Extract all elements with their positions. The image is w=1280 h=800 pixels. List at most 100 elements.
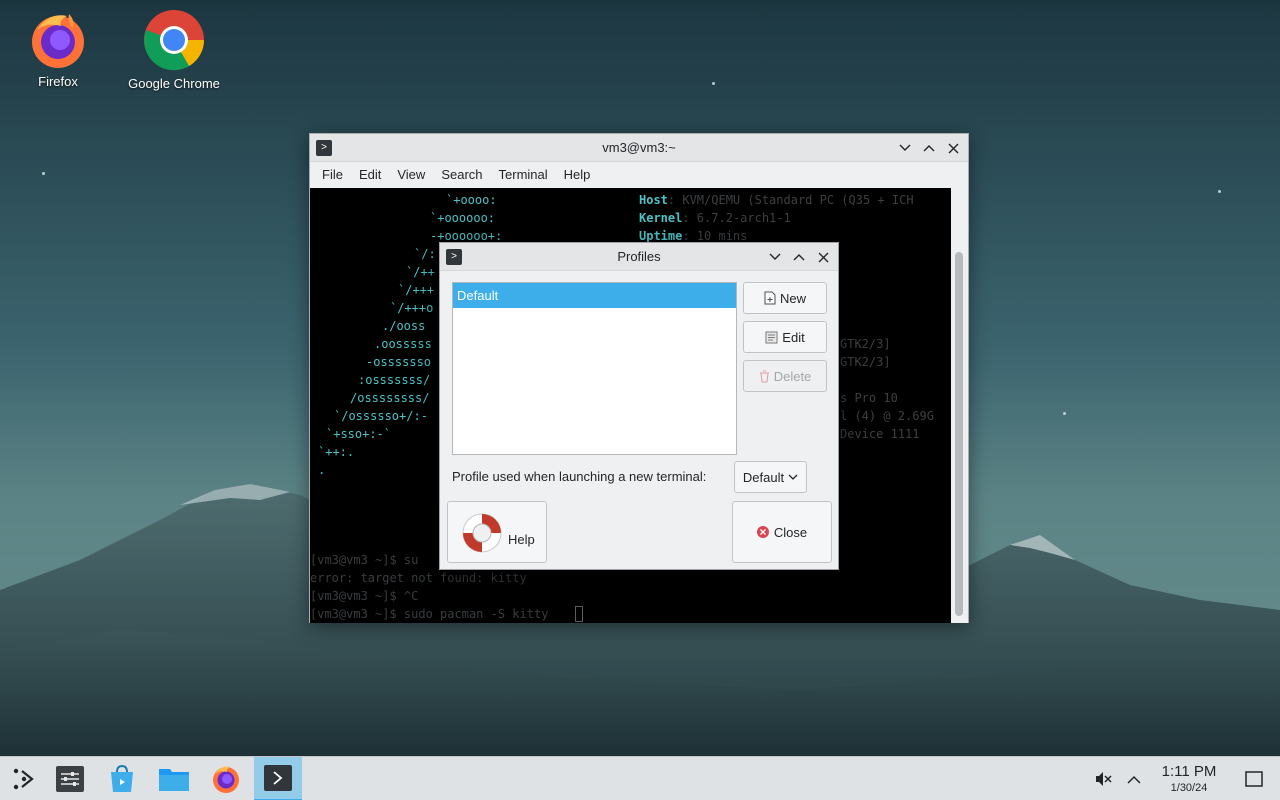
digital-clock[interactable]: 1:11 PM 1/30/24	[1152, 763, 1226, 795]
chevron-up-icon	[1127, 775, 1141, 784]
menu-help[interactable]: Help	[556, 167, 599, 182]
maximize-button[interactable]	[920, 139, 938, 157]
chrome-icon	[144, 10, 204, 71]
info-value: : 6.7.2-arch1-1	[682, 211, 791, 225]
info-fragment: Device 1111	[840, 427, 920, 441]
clock-time: 1:11 PM	[1161, 763, 1217, 780]
profile-list-item[interactable]: Default	[453, 283, 736, 308]
terminal-line: `/+++o	[390, 301, 434, 315]
terminal-cursor	[575, 606, 583, 622]
terminal-line: :osssssss/	[358, 373, 431, 387]
star	[712, 82, 715, 85]
terminal-line: [vm3@vm3 ~]$ su	[310, 553, 419, 567]
info-fragment: l (4) @ 2.69G	[840, 409, 934, 423]
terminal-line: `+oooo:	[446, 193, 497, 207]
star	[1218, 190, 1221, 193]
show-desktop-button[interactable]	[1232, 757, 1276, 800]
desktop-icon-label: Firefox	[38, 74, 78, 89]
info-label: Uptime	[639, 229, 683, 243]
terminal-app-icon: >	[316, 140, 332, 156]
edit-profile-button[interactable]: Edit	[743, 321, 827, 353]
terminal-line: .	[318, 463, 326, 477]
terminal-scrollbar[interactable]	[951, 188, 968, 623]
terminal-line: `+sso+:-`	[326, 427, 392, 441]
taskbar-firefox[interactable]	[202, 757, 250, 800]
terminal-line: `/:	[414, 247, 436, 261]
help-label: Help	[508, 532, 535, 547]
info-label: Kernel	[639, 211, 683, 225]
default-profile-value: Default	[742, 469, 785, 485]
chevron-up-icon	[923, 145, 935, 152]
files-icon	[159, 769, 189, 791]
trash-icon	[759, 370, 769, 382]
star	[1063, 412, 1066, 415]
delete-profile-button[interactable]: Delete	[743, 360, 827, 392]
menu-file[interactable]: File	[314, 167, 351, 182]
terminal-line: -osssssso	[366, 355, 432, 369]
profile-list[interactable]: Default	[452, 282, 737, 455]
terminal-line: [vm3@vm3 ~]$ ^C	[310, 589, 419, 603]
terminal-titlebar[interactable]: > vm3@vm3:~	[310, 134, 968, 162]
close-circle-icon	[756, 526, 769, 538]
clock-date: 1/30/24	[1170, 782, 1208, 794]
terminal-menubar: File Edit View Search Terminal Help	[310, 162, 968, 187]
desktop-icon-label: Google Chrome	[128, 76, 220, 91]
menu-edit[interactable]: Edit	[351, 167, 389, 182]
terminal-line: `++:.	[318, 445, 355, 459]
desktop-icon-google-chrome[interactable]: Google Chrome	[119, 8, 229, 91]
application-launcher[interactable]	[0, 757, 48, 800]
taskbar-konsole[interactable]	[254, 757, 302, 800]
taskbar-system-settings[interactable]	[46, 757, 94, 800]
taskbar-files[interactable]	[150, 757, 198, 800]
profiles-titlebar[interactable]: > Profiles	[440, 243, 838, 271]
terminal-line: `+oooooo:	[430, 211, 496, 225]
menu-search[interactable]: Search	[433, 167, 490, 182]
chevron-down-icon	[769, 253, 781, 260]
firefox-icon	[32, 14, 84, 68]
edit-document-icon	[765, 331, 778, 343]
terminal-icon	[264, 765, 292, 791]
terminal-line: error: target not found: kitty	[310, 571, 527, 585]
info-line: Host: KVM/QEMU (Standard PC (Q35 + ICH	[639, 191, 914, 209]
star	[42, 172, 45, 175]
minimize-button[interactable]	[896, 139, 914, 157]
menu-terminal[interactable]: Terminal	[491, 167, 556, 182]
dialog-title: Profiles	[617, 249, 661, 264]
menu-view[interactable]: View	[389, 167, 433, 182]
firefox-icon	[213, 766, 239, 793]
discover-icon	[111, 765, 133, 792]
help-button[interactable]: Help	[447, 501, 547, 563]
info-fragment: GTK2/3]	[840, 355, 891, 369]
chevron-up-icon	[793, 254, 805, 261]
volume-muted-icon	[1096, 772, 1112, 786]
maximize-button[interactable]	[790, 248, 808, 266]
new-label: New	[779, 290, 806, 306]
minimize-button[interactable]	[766, 248, 784, 266]
close-dialog-button[interactable]: Close	[732, 501, 832, 563]
terminal-line: `/+++	[398, 283, 435, 297]
terminal-line: ./ooss	[382, 319, 426, 333]
info-value: : KVM/QEMU (Standard PC (Q35 + ICH	[667, 193, 914, 207]
chevron-down-icon	[899, 144, 911, 151]
close-label: Close	[773, 524, 808, 540]
taskbar: 1:11 PM 1/30/24	[0, 756, 1280, 800]
system-tray-expander[interactable]	[1114, 757, 1154, 800]
launcher-icon	[13, 768, 34, 790]
info-fragment: GTK2/3]	[840, 337, 891, 351]
close-button[interactable]	[814, 248, 832, 266]
terminal-line: `/++	[406, 265, 435, 279]
scrollbar-thumb[interactable]	[955, 252, 963, 616]
terminal-line: `/ossssso+/:-	[334, 409, 428, 423]
close-button[interactable]	[944, 139, 962, 157]
info-fragment: s Pro 10	[840, 391, 898, 405]
close-icon	[948, 143, 958, 153]
default-profile-select[interactable]: Default	[734, 461, 807, 493]
info-value: : 10 mins	[682, 229, 748, 243]
info-line: Kernel: 6.7.2-arch1-1	[639, 209, 791, 227]
settings-icon	[56, 766, 84, 792]
info-label: Host	[639, 193, 668, 207]
new-profile-button[interactable]: New	[743, 282, 827, 314]
taskbar-discover[interactable]	[98, 757, 146, 800]
profiles-dialog[interactable]: > Profiles Default New Edit Delete Profi…	[439, 242, 839, 570]
desktop-icon-firefox[interactable]: Firefox	[3, 10, 113, 89]
